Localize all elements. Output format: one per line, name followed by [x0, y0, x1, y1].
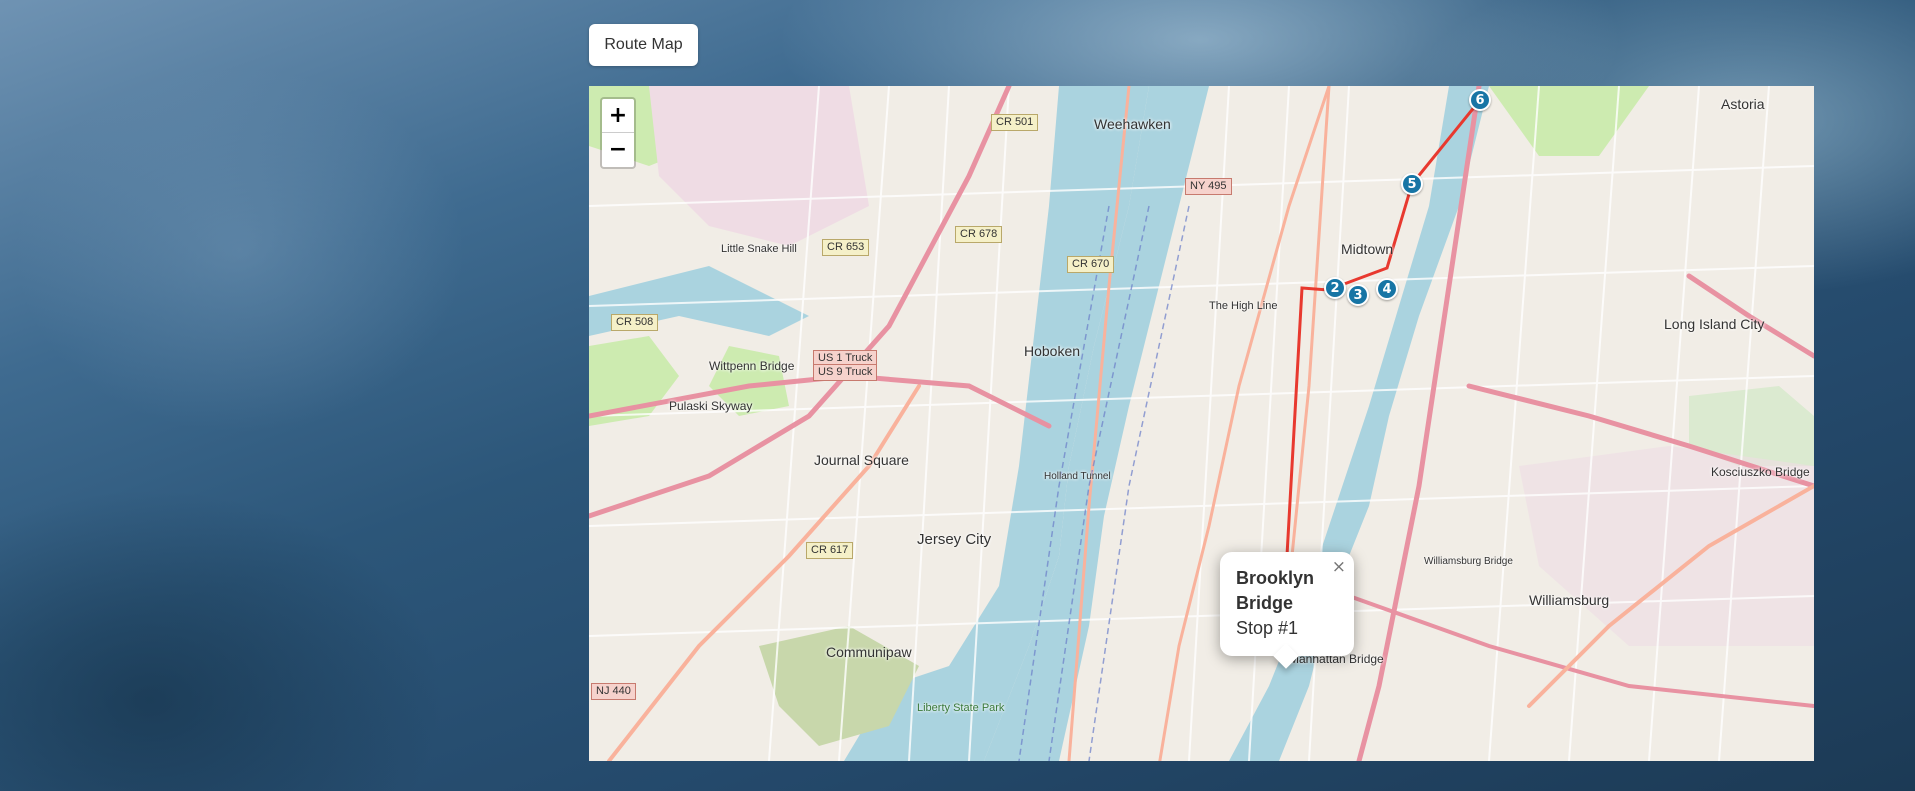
popup-subtitle: Stop #1: [1236, 618, 1299, 638]
shield-nj440: NJ 440: [591, 683, 636, 700]
label-liberty-state-park: Liberty State Park: [917, 702, 1005, 714]
zoom-in-button[interactable]: +: [602, 99, 634, 133]
label-midtown: Midtown: [1341, 241, 1394, 257]
shield-cr508: CR 508: [611, 314, 659, 331]
label-communipaw: Communipaw: [826, 644, 912, 660]
label-little-snake-hill: Little Snake Hill: [721, 243, 797, 255]
close-icon[interactable]: ×: [1332, 558, 1346, 576]
shield-cr617: CR 617: [806, 542, 854, 559]
label-holland-tunnel: Holland Tunnel: [1044, 471, 1111, 482]
map-container[interactable]: Weehawken Hoboken Midtown Astoria Long I…: [589, 86, 1814, 761]
shield-cr678: CR 678: [955, 226, 1003, 243]
route-marker-4[interactable]: 4: [1376, 278, 1398, 300]
route-marker-6[interactable]: 6: [1469, 89, 1491, 111]
route-marker-2[interactable]: 2: [1324, 277, 1346, 299]
label-the-high-line: The High Line: [1209, 300, 1278, 312]
label-weehawken: Weehawken: [1094, 116, 1171, 132]
route-map-button[interactable]: Route Map: [589, 24, 698, 66]
shield-us9-truck: US 9 Truck: [813, 364, 878, 381]
label-long-island-city: Long Island City: [1664, 316, 1765, 332]
label-wittpenn-bridge: Wittpenn Bridge: [709, 359, 795, 373]
zoom-control: + −: [600, 97, 636, 169]
label-journal-square: Journal Square: [814, 452, 909, 468]
label-pulaski-skyway: Pulaski Skyway: [669, 399, 753, 413]
route-marker-3[interactable]: 3: [1347, 284, 1369, 306]
stop-popup: × Brooklyn Bridge Stop #1: [1220, 552, 1354, 669]
shield-cr670: CR 670: [1067, 256, 1115, 273]
shield-cr653: CR 653: [822, 239, 870, 256]
label-jersey-city: Jersey City: [917, 531, 992, 548]
label-kosciuszko-bridge: Kosciuszko Bridge: [1711, 465, 1810, 479]
label-astoria: Astoria: [1721, 96, 1765, 112]
shield-ny495: NY 495: [1185, 178, 1232, 195]
label-williamsburg-bridge: Williamsburg Bridge: [1424, 556, 1513, 567]
route-marker-5[interactable]: 5: [1401, 173, 1423, 195]
popup-title: Brooklyn Bridge: [1236, 568, 1315, 613]
label-williamsburg: Williamsburg: [1529, 592, 1610, 608]
zoom-out-button[interactable]: −: [602, 133, 634, 166]
shield-cr501: CR 501: [991, 114, 1039, 131]
label-hoboken: Hoboken: [1024, 343, 1081, 359]
